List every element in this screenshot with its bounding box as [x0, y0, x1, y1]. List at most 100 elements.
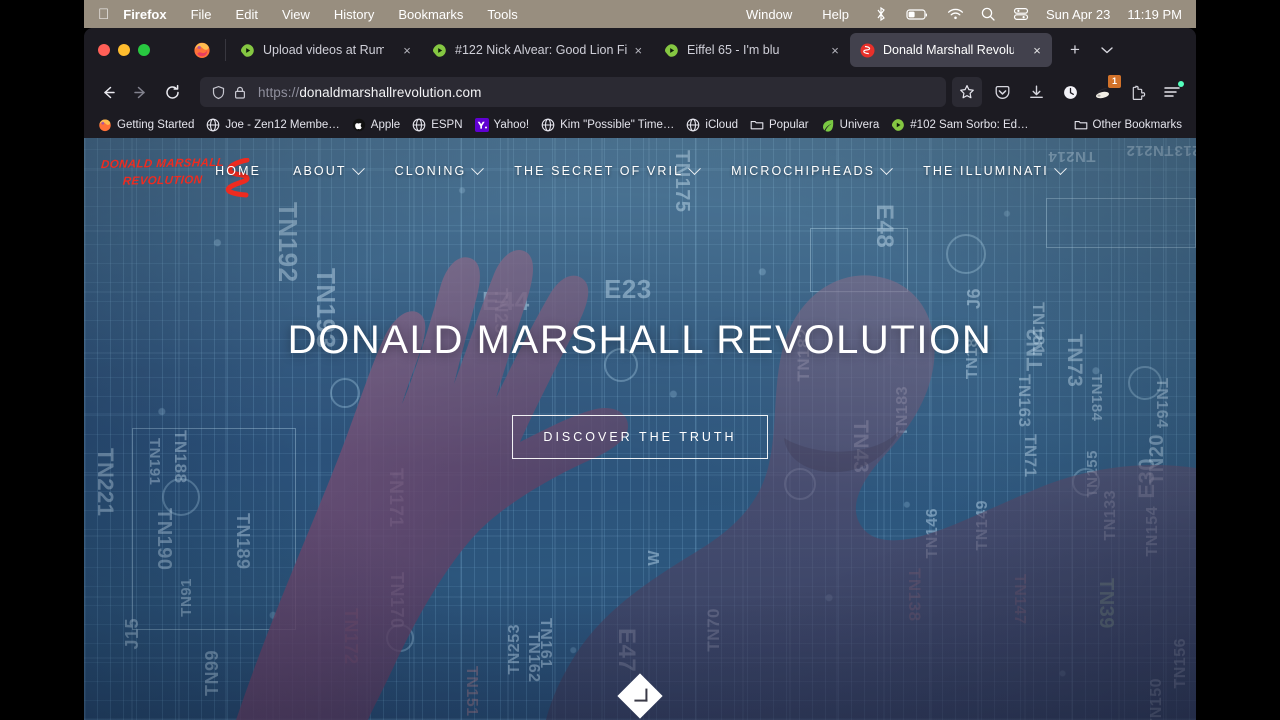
chevron-down-icon: [471, 161, 485, 175]
other-bookmarks-folder[interactable]: Other Bookmarks: [1068, 115, 1188, 135]
tab-title: Donald Marshall Revolution: [883, 43, 1014, 57]
menu-edit[interactable]: Edit: [236, 7, 258, 22]
leaf-icon: [821, 118, 835, 132]
menu-status-area: Sun Apr 23 11:19 PM: [873, 6, 1196, 22]
chevron-down-icon: [1053, 161, 1067, 175]
hero-section: DONALD MARSHALL REVOLUTION DISCOVER THE …: [84, 318, 1196, 459]
forward-arrow-icon[interactable]: [124, 76, 156, 108]
window-controls: [84, 44, 150, 56]
bookmark-star-icon[interactable]: [952, 77, 982, 107]
nav-item-about[interactable]: ABOUT: [277, 161, 379, 178]
chevron-down-icon: [351, 161, 365, 175]
menu-file[interactable]: File: [191, 7, 212, 22]
dmr-icon: [860, 43, 875, 58]
navigation-toolbar: https://donaldmarshallrevolution.com 1: [84, 72, 1196, 112]
nav-item-cloning[interactable]: CLONING: [379, 161, 499, 178]
tab-122-nick-alvear[interactable]: #122 Nick Alvear: Good Lion Fi ×: [422, 33, 654, 67]
globe-icon: [541, 118, 555, 132]
tab-upload-videos-at-rumble[interactable]: Upload videos at Rumble ×: [230, 33, 422, 67]
rumble-icon: [432, 43, 447, 58]
nav-item-the-secret-of-vril[interactable]: THE SECRET OF VRIL: [498, 161, 715, 178]
nav-label: HOME: [215, 164, 262, 178]
bookmark-102-sam-sorbo[interactable]: #102 Sam Sorbo: Ed…: [885, 115, 1034, 135]
shield-icon[interactable]: [208, 82, 228, 102]
chevron-down-icon: [688, 161, 701, 175]
extension-icon[interactable]: 1: [1088, 75, 1121, 108]
nav-label: THE SECRET OF VRIL: [514, 164, 684, 178]
nav-label: MICROCHIPHEADS: [731, 164, 876, 178]
url-text[interactable]: https://donaldmarshallrevolution.com: [258, 85, 481, 100]
bookmark-joe-zen12[interactable]: Joe - Zen12 Membe…: [200, 115, 345, 135]
bookmark-espn[interactable]: ESPN: [406, 115, 468, 135]
other-bookmarks-label: Other Bookmarks: [1092, 119, 1182, 131]
bookmark-yahoo[interactable]: Yahoo!: [469, 115, 536, 135]
tab-tools: +: [1062, 37, 1120, 63]
tab-eiffel-65-im-blue[interactable]: Eiffel 65 - I'm blue ×: [654, 33, 850, 67]
menu-app-name[interactable]: Firefox: [123, 7, 166, 22]
bookmark-univera[interactable]: Univera: [815, 115, 886, 135]
search-icon[interactable]: [980, 6, 996, 22]
menu-time[interactable]: 11:19 PM: [1127, 7, 1182, 22]
close-window-button[interactable]: [98, 44, 110, 56]
wifi-icon[interactable]: [947, 6, 964, 22]
tab-strip: Upload videos at Rumble × #122 Nick Alve…: [84, 28, 1196, 72]
yahoo-icon: [474, 118, 489, 132]
bookmark-getting-started[interactable]: Getting Started: [92, 115, 200, 135]
bookmark-kim-possible[interactable]: Kim "Possible" Time…: [535, 115, 680, 135]
nav-item-home[interactable]: HOME: [199, 164, 277, 178]
bookmark-label: iCloud: [705, 119, 738, 131]
tab-title: Eiffel 65 - I'm blue: [687, 43, 780, 57]
bookmark-label: Yahoo!: [493, 119, 530, 131]
site-navigation: HOME ABOUT CLONING THE SECRET OF VRIL MI…: [84, 161, 1196, 178]
control-center-icon[interactable]: [1013, 6, 1029, 22]
history-clock-icon[interactable]: [1054, 76, 1086, 108]
bluetooth-icon[interactable]: [873, 6, 889, 22]
site-logo[interactable]: DONALD MARSHALL REVOLUTION: [100, 156, 270, 202]
discover-the-truth-button[interactable]: DISCOVER THE TRUTH: [512, 415, 768, 459]
menu-history[interactable]: History: [334, 7, 374, 22]
menu-tools[interactable]: Tools: [487, 7, 517, 22]
extensions-puzzle-icon[interactable]: [1122, 76, 1154, 108]
address-bar[interactable]: https://donaldmarshallrevolution.com: [200, 77, 946, 107]
nav-label: CLONING: [394, 164, 467, 178]
url-scheme: https://: [258, 84, 300, 100]
minimize-window-button[interactable]: [118, 44, 130, 56]
menu-date[interactable]: Sun Apr 23: [1046, 7, 1110, 22]
tab-donald-marshall-revolution[interactable]: Donald Marshall Revolution ×: [850, 33, 1052, 67]
lock-icon[interactable]: [230, 82, 250, 102]
menu-view[interactable]: View: [282, 7, 310, 22]
screen:  Firefox File Edit View History Bookmar…: [0, 0, 1280, 720]
battery-icon[interactable]: [906, 6, 930, 22]
tab-close-icon[interactable]: ×: [1028, 41, 1046, 59]
tab-title: Upload videos at Rumble: [263, 43, 384, 57]
pocket-icon[interactable]: [986, 76, 1018, 108]
bookmarks-toolbar: Getting Started Joe - Zen12 Membe… Apple…: [84, 112, 1196, 138]
bookmark-apple[interactable]: Apple: [346, 115, 406, 135]
maximize-window-button[interactable]: [138, 44, 150, 56]
app-menu-icon[interactable]: [1156, 76, 1188, 108]
list-all-tabs-button[interactable]: [1094, 37, 1120, 63]
tab-close-icon[interactable]: ×: [629, 41, 647, 59]
bookmark-label: #102 Sam Sorbo: Ed…: [910, 119, 1029, 131]
nav-item-the-illuminati[interactable]: THE ILLUMINATI: [907, 161, 1081, 178]
bookmark-icloud[interactable]: iCloud: [680, 115, 744, 135]
tab-list: Upload videos at Rumble × #122 Nick Alve…: [230, 33, 1052, 67]
apple-icon[interactable]: : [98, 7, 109, 22]
downloads-icon[interactable]: [1020, 76, 1052, 108]
back-arrow-icon[interactable]: [92, 76, 124, 108]
bookmark-label: Kim "Possible" Time…: [560, 119, 675, 131]
menu-window[interactable]: Window: [746, 7, 792, 22]
menu-help[interactable]: Help: [822, 7, 849, 22]
tab-title: #122 Nick Alvear: Good Lion Fi: [455, 43, 628, 57]
tab-close-icon[interactable]: ×: [826, 41, 844, 59]
menu-bookmarks[interactable]: Bookmarks: [398, 7, 463, 22]
tab-close-icon[interactable]: ×: [398, 41, 416, 59]
bookmark-label: Getting Started: [117, 119, 195, 131]
bookmark-folder-popular[interactable]: Popular: [744, 115, 815, 135]
globe-icon: [412, 118, 426, 132]
rumble-icon: [891, 118, 905, 132]
reload-icon[interactable]: [156, 76, 188, 108]
new-tab-button[interactable]: +: [1062, 37, 1088, 63]
app-menu-update-dot: [1178, 81, 1184, 87]
nav-item-microchipheads[interactable]: MICROCHIPHEADS: [715, 161, 907, 178]
